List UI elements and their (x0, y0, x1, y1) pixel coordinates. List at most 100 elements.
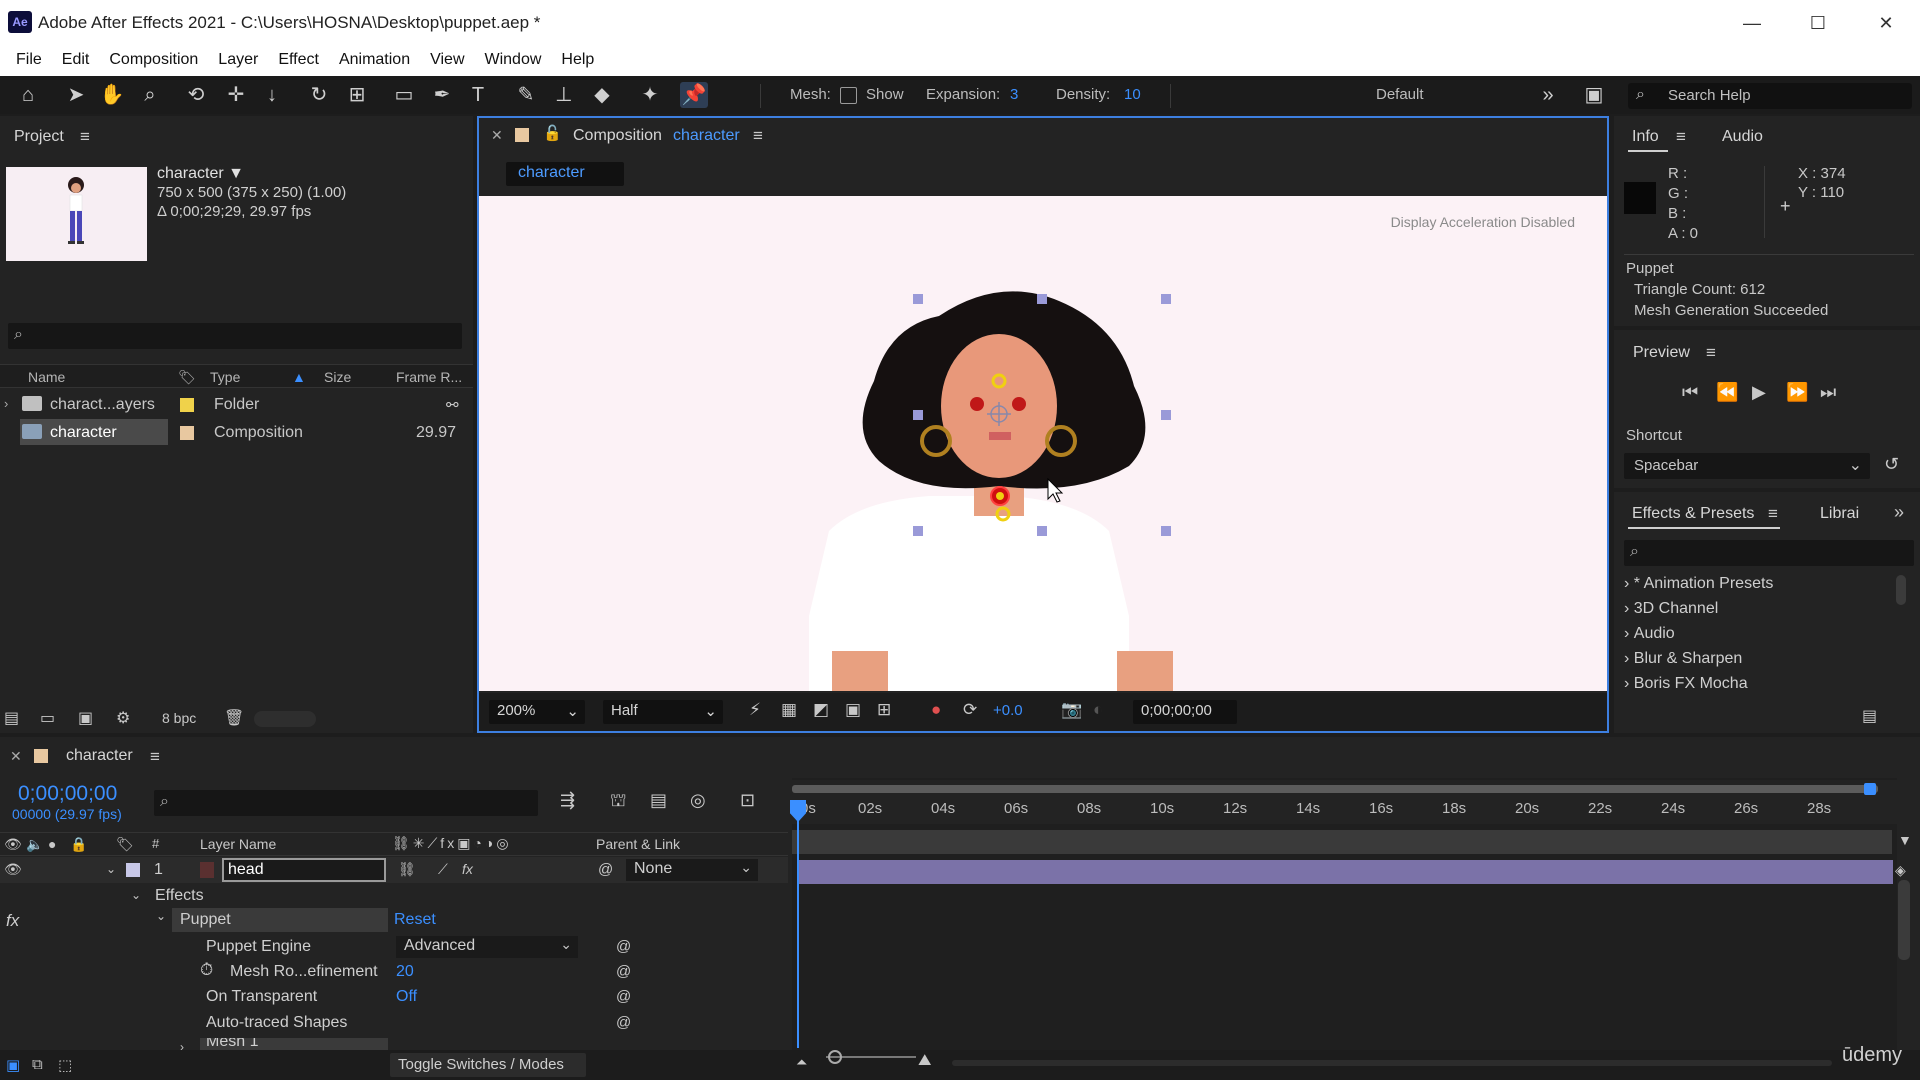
eraser-tool-icon[interactable]: ◆ (588, 82, 616, 108)
effects-group-label[interactable]: Effects (155, 887, 204, 905)
timeline-scrollbar[interactable] (1898, 880, 1910, 960)
sort-ascending-icon[interactable]: ▲ (292, 369, 306, 385)
menu-window[interactable]: Window (475, 46, 552, 76)
collapse-chevron-icon[interactable]: ⌄ (106, 862, 116, 876)
composition-viewer[interactable]: Display Acceleration Disabled (479, 196, 1607, 691)
menu-edit[interactable]: Edit (52, 46, 100, 76)
column-size[interactable]: Size (324, 369, 351, 385)
label-color-swatch[interactable] (180, 398, 194, 412)
sync-settings-icon[interactable]: ▣ (1580, 82, 1608, 108)
frame-blending-icon[interactable]: ◎ (690, 790, 706, 811)
composition-tab-name[interactable]: character (673, 127, 740, 145)
shortcut-dropdown[interactable]: Spacebar ⌄ (1624, 453, 1870, 479)
draft-3d-icon[interactable]: ⛫ (610, 790, 627, 814)
reset-shortcut-icon[interactable]: ↺ (1884, 454, 1899, 475)
label-column-icon[interactable]: 🏷 (178, 369, 196, 386)
density-value[interactable]: 10 (1124, 86, 1141, 103)
panel-menu-icon[interactable]: ≡ (1676, 127, 1686, 147)
trash-icon[interactable]: 🗑 (224, 708, 244, 728)
collapse-chevron-icon[interactable]: ⌄ (156, 909, 166, 923)
zoom-slider-handle[interactable] (828, 1050, 842, 1064)
collapse-chevron-icon[interactable]: ⌄ (131, 888, 141, 902)
parent-link-header[interactable]: Parent & Link (596, 836, 680, 852)
layer-name-header[interactable]: Layer Name (200, 836, 276, 852)
last-frame-icon[interactable]: ⏭ (1820, 382, 1836, 403)
selection-tool-icon[interactable]: ➤ (62, 82, 90, 108)
solo-icon[interactable]: ● (48, 836, 56, 852)
project-panel-title[interactable]: Project (14, 128, 64, 146)
dependency-icon[interactable]: ⚯ (446, 396, 459, 414)
graph-editor-icon[interactable]: ⊡ (740, 790, 755, 811)
composition-breadcrumb[interactable]: character (506, 162, 624, 186)
interpret-footage-icon[interactable]: ▤ (4, 708, 19, 728)
project-settings-icon[interactable]: ⚙ (116, 708, 130, 728)
clone-stamp-tool-icon[interactable]: ⊥ (550, 82, 578, 108)
menu-composition[interactable]: Composition (99, 46, 208, 76)
close-window-button[interactable]: ✕ (1856, 6, 1916, 40)
new-folder-icon[interactable]: ▭ (40, 708, 55, 728)
audio-icon[interactable]: 🔈 (26, 836, 43, 853)
libraries-tab[interactable]: Librai (1820, 505, 1859, 523)
project-search-input[interactable]: ⌕ (8, 323, 462, 349)
menu-view[interactable]: View (420, 46, 474, 76)
channels-icon[interactable]: ● (931, 700, 941, 720)
reset-button[interactable]: Reset (394, 911, 436, 929)
puppet-engine-dropdown[interactable]: Advanced ⌄ (396, 936, 578, 958)
transparency-grid-icon[interactable]: ▦ (781, 700, 797, 720)
stopwatch-icon[interactable]: ⏱ (200, 960, 213, 980)
bit-depth-button[interactable]: 8 bpc (162, 710, 196, 726)
layer-duration-bar[interactable] (798, 860, 1893, 884)
magnification-dropdown[interactable]: 200% ⌄ (489, 700, 585, 724)
preview-title[interactable]: Preview (1633, 344, 1690, 362)
first-frame-icon[interactable]: ⏮ (1682, 382, 1698, 403)
video-visibility-icon[interactable]: 👁 (4, 836, 22, 853)
effects-category[interactable]: › Boris FX Mocha (1624, 675, 1748, 693)
in-out-pane-icon[interactable]: ⬚ (58, 1056, 72, 1074)
transfer-controls-pane-icon[interactable]: ⧉ (32, 1056, 43, 1073)
previous-frame-icon[interactable]: ⏪ (1716, 382, 1738, 403)
timeline-search-input[interactable]: ⌕ (154, 790, 538, 816)
current-time-indicator[interactable] (797, 800, 799, 1048)
layer-switches-pane-icon[interactable]: ▣ (6, 1056, 20, 1074)
audio-tab[interactable]: Audio (1722, 128, 1763, 146)
composition-flowchart-icon[interactable]: ⇶ (560, 790, 575, 811)
pan-camera-icon[interactable]: ✛ (222, 82, 250, 108)
anchor-point-tool-icon[interactable]: ⊞ (343, 82, 371, 108)
effects-category[interactable]: › Blur & Sharpen (1624, 650, 1742, 668)
panel-overflow-icon[interactable]: » (1894, 502, 1904, 523)
grid-guides-icon[interactable]: ⊞ (877, 700, 891, 720)
effect-switch-icon[interactable]: fx (462, 861, 473, 877)
project-item-name[interactable]: character ▼ (157, 165, 244, 183)
lock-icon[interactable]: 🔒 (70, 836, 87, 853)
collapse-transform-switch[interactable]: ⛓ (398, 861, 416, 878)
panel-menu-icon[interactable]: ≡ (1768, 504, 1778, 524)
current-time-timecode[interactable]: 0;00;00;00 (18, 782, 117, 806)
workspace-overflow-icon[interactable]: » (1534, 82, 1562, 108)
toggle-switches-modes-button[interactable]: Toggle Switches / Modes (390, 1053, 586, 1077)
label-column-icon[interactable]: 🏷 (116, 836, 134, 853)
menu-animation[interactable]: Animation (329, 46, 420, 76)
type-tool-icon[interactable]: T (464, 82, 492, 108)
expression-pick-whip-icon[interactable]: @ (616, 963, 631, 980)
project-row-composition[interactable]: character Composition 29.97 (0, 418, 473, 446)
zoom-in-icon[interactable]: ⛰ (918, 1052, 931, 1070)
snapshot-camera-icon[interactable]: 📷 (1061, 700, 1082, 720)
mesh-refinement-value[interactable]: 20 (396, 963, 414, 981)
label-color-swatch[interactable] (180, 426, 194, 440)
roto-brush-tool-icon[interactable]: ✦ (636, 82, 664, 108)
layer-number-header[interactable]: # (152, 836, 159, 851)
switches-header-icons[interactable]: ⛓✳⟋fx▣◔◑◎ (392, 835, 512, 852)
panel-menu-icon[interactable]: ≡ (1706, 343, 1716, 363)
column-name[interactable]: Name (28, 369, 65, 385)
effects-scrollbar[interactable] (1896, 575, 1906, 605)
panel-menu-icon[interactable]: ≡ (753, 126, 763, 146)
puppet-pin-tool-icon[interactable]: 📌 (680, 82, 708, 108)
hand-tool-icon[interactable]: ✋ (98, 82, 126, 108)
resolution-dropdown[interactable]: Half ⌄ (603, 700, 723, 724)
expansion-value[interactable]: 3 (1010, 86, 1018, 103)
pick-whip-icon[interactable]: @ (598, 861, 613, 878)
menu-layer[interactable]: Layer (208, 46, 268, 76)
expression-pick-whip-icon[interactable]: @ (616, 938, 631, 955)
zoom-out-icon[interactable]: ⏶ (796, 1054, 807, 1071)
effects-search-input[interactable]: ⌕ (1624, 540, 1914, 566)
